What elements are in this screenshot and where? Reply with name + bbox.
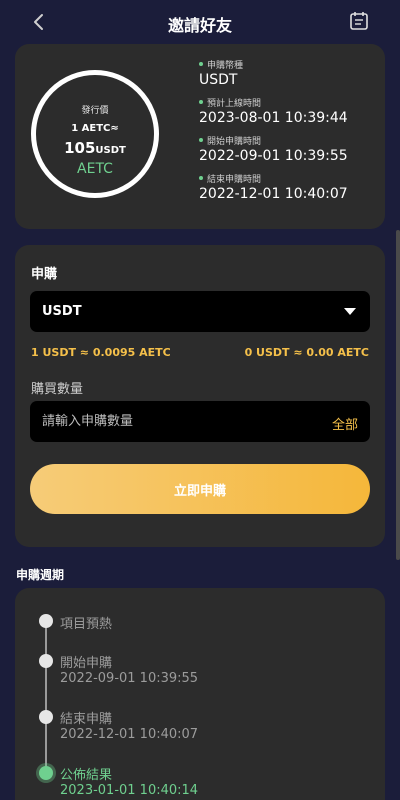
issue-token-name: AETC bbox=[77, 161, 113, 177]
scrollbar[interactable] bbox=[396, 230, 400, 560]
step-dot-icon bbox=[39, 654, 53, 668]
step-time: 2022-12-01 10:40:07 bbox=[60, 727, 199, 742]
info-label: 申購幣種 bbox=[207, 60, 244, 71]
info-item-end-time: 結束申購時間 2022-12-01 10:40:07 bbox=[199, 172, 379, 210]
currency-select[interactable]: USDT bbox=[30, 291, 370, 332]
estimated-amount: 0 USDT ≈ 0.00 AETC bbox=[244, 346, 369, 359]
step-dot-icon bbox=[39, 710, 53, 724]
caret-down-icon bbox=[344, 308, 356, 315]
subscribe-now-button[interactable]: 立即申購 bbox=[30, 464, 370, 514]
bullet-dot-icon bbox=[199, 100, 203, 104]
info-list: 申購幣種 USDT 預計上線時間 2023-08-01 10:39:44 開始申… bbox=[199, 58, 379, 210]
info-value: 2023-08-01 10:39:44 bbox=[199, 110, 348, 126]
info-label: 結束申購時間 bbox=[207, 174, 262, 185]
period-title: 申購週期 bbox=[16, 568, 65, 582]
issue-price-value: 105USDT bbox=[36, 139, 154, 157]
info-value: 2022-12-01 10:40:07 bbox=[199, 186, 348, 202]
info-item-listing-time: 預計上線時間 2023-08-01 10:39:44 bbox=[199, 96, 379, 134]
top-bar: 邀請好友 bbox=[0, 0, 400, 44]
info-label: 預計上線時間 bbox=[207, 98, 262, 109]
step-name: 開始申購 bbox=[60, 656, 113, 671]
step-name: 結束申購 bbox=[60, 712, 113, 727]
step-dot-icon bbox=[39, 614, 53, 628]
step-name: 項目預熱 bbox=[60, 617, 113, 632]
period-card: 項目預熱 開始申購 2022-09-01 10:39:55 結束申購 2022-… bbox=[15, 588, 385, 800]
step-time: 2023-01-01 10:40:14 bbox=[60, 783, 199, 798]
bullet-dot-icon bbox=[199, 176, 203, 180]
info-value: USDT bbox=[199, 72, 238, 88]
quantity-input[interactable] bbox=[30, 401, 310, 442]
issue-price-label: 發行價 bbox=[81, 106, 109, 116]
exchange-rate: 1 USDT ≈ 0.0095 AETC bbox=[31, 346, 171, 359]
issue-price-number: 105 bbox=[64, 139, 96, 157]
issue-price-ring: 發行價 1 AETC≈ 105USDT AETC bbox=[31, 70, 159, 198]
calendar-icon[interactable] bbox=[348, 10, 370, 32]
bullet-dot-icon bbox=[199, 62, 203, 66]
page-title: 邀請好友 bbox=[167, 16, 232, 35]
step-name: 公佈結果 bbox=[60, 768, 113, 783]
all-button[interactable]: 全部 bbox=[332, 414, 358, 433]
subscribe-title: 申購 bbox=[31, 267, 58, 282]
info-item-start-time: 開始申購時間 2022-09-01 10:39:55 bbox=[199, 134, 379, 172]
issue-price-unit: USDT bbox=[95, 145, 126, 156]
info-value: 2022-09-01 10:39:55 bbox=[199, 148, 348, 164]
subscribe-card: 申購 USDT 1 USDT ≈ 0.0095 AETC 0 USDT ≈ 0.… bbox=[15, 245, 385, 547]
info-item-currency: 申購幣種 USDT bbox=[199, 58, 379, 96]
timeline-line bbox=[45, 622, 47, 772]
bullet-dot-icon bbox=[199, 138, 203, 142]
quantity-label: 購買數量 bbox=[31, 382, 84, 397]
issue-price-rate: 1 AETC≈ bbox=[71, 123, 119, 134]
price-info-card: 發行價 1 AETC≈ 105USDT AETC 申購幣種 USDT 預計上線時… bbox=[15, 44, 385, 229]
quantity-field: 全部 bbox=[30, 401, 370, 442]
step-dot-active-icon bbox=[39, 766, 53, 780]
step-time: 2022-09-01 10:39:55 bbox=[60, 671, 199, 686]
currency-select-value: USDT bbox=[42, 304, 82, 319]
info-label: 開始申購時間 bbox=[207, 136, 262, 147]
subscription-page: 邀請好友 發行價 1 AETC≈ 105USDT AETC 申購幣種 USDT bbox=[0, 0, 400, 800]
